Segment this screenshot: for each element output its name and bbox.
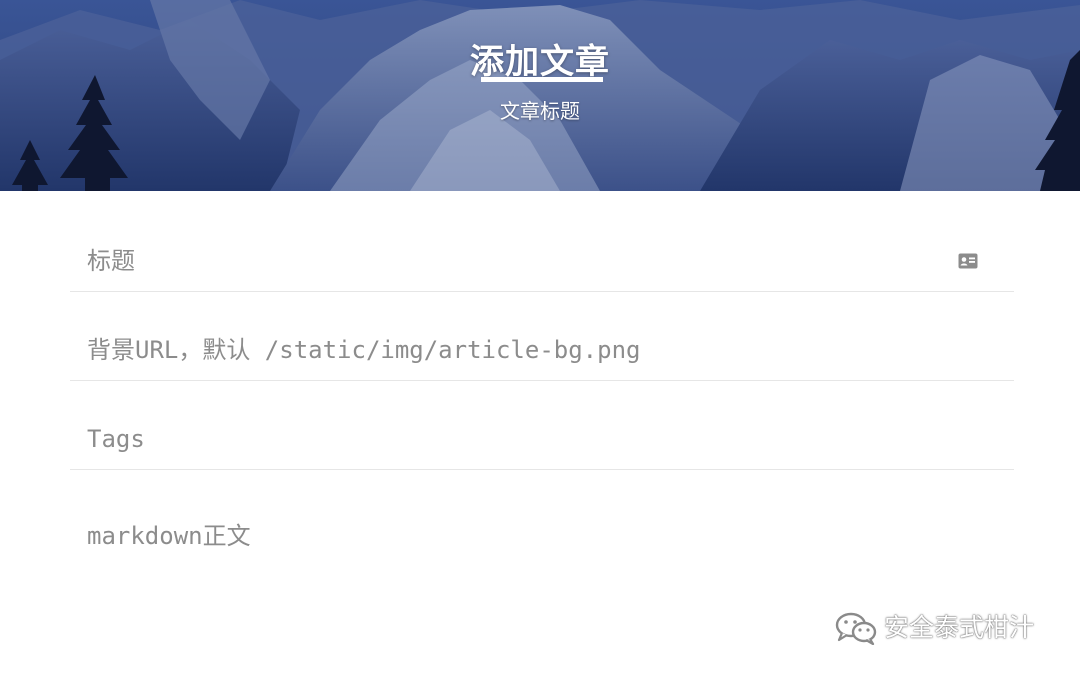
hero-header: 添加文章 文章标题: [0, 0, 1080, 191]
body-field-row: [70, 498, 1014, 626]
title-field-row: [70, 231, 1014, 292]
watermark: 安全泰式柑汁: [834, 610, 1034, 646]
wechat-icon: [835, 612, 877, 645]
page-subtitle: 文章标题: [500, 99, 580, 123]
background-url-field-row: [70, 320, 1014, 381]
add-article-form: [70, 231, 1014, 626]
tags-input[interactable]: [70, 409, 947, 469]
id-card-icon: [958, 253, 978, 269]
background-url-input[interactable]: [70, 320, 947, 380]
title-input[interactable]: [70, 231, 947, 291]
watermark-text: 安全泰式柑汁: [884, 613, 1035, 642]
title-divider: [481, 77, 603, 82]
tags-field-row: [70, 409, 1014, 470]
markdown-body-textarea[interactable]: [70, 498, 987, 626]
page: 添加文章 文章标题 标题 背景URL，默认 /static/img/articl…: [0, 0, 1080, 676]
